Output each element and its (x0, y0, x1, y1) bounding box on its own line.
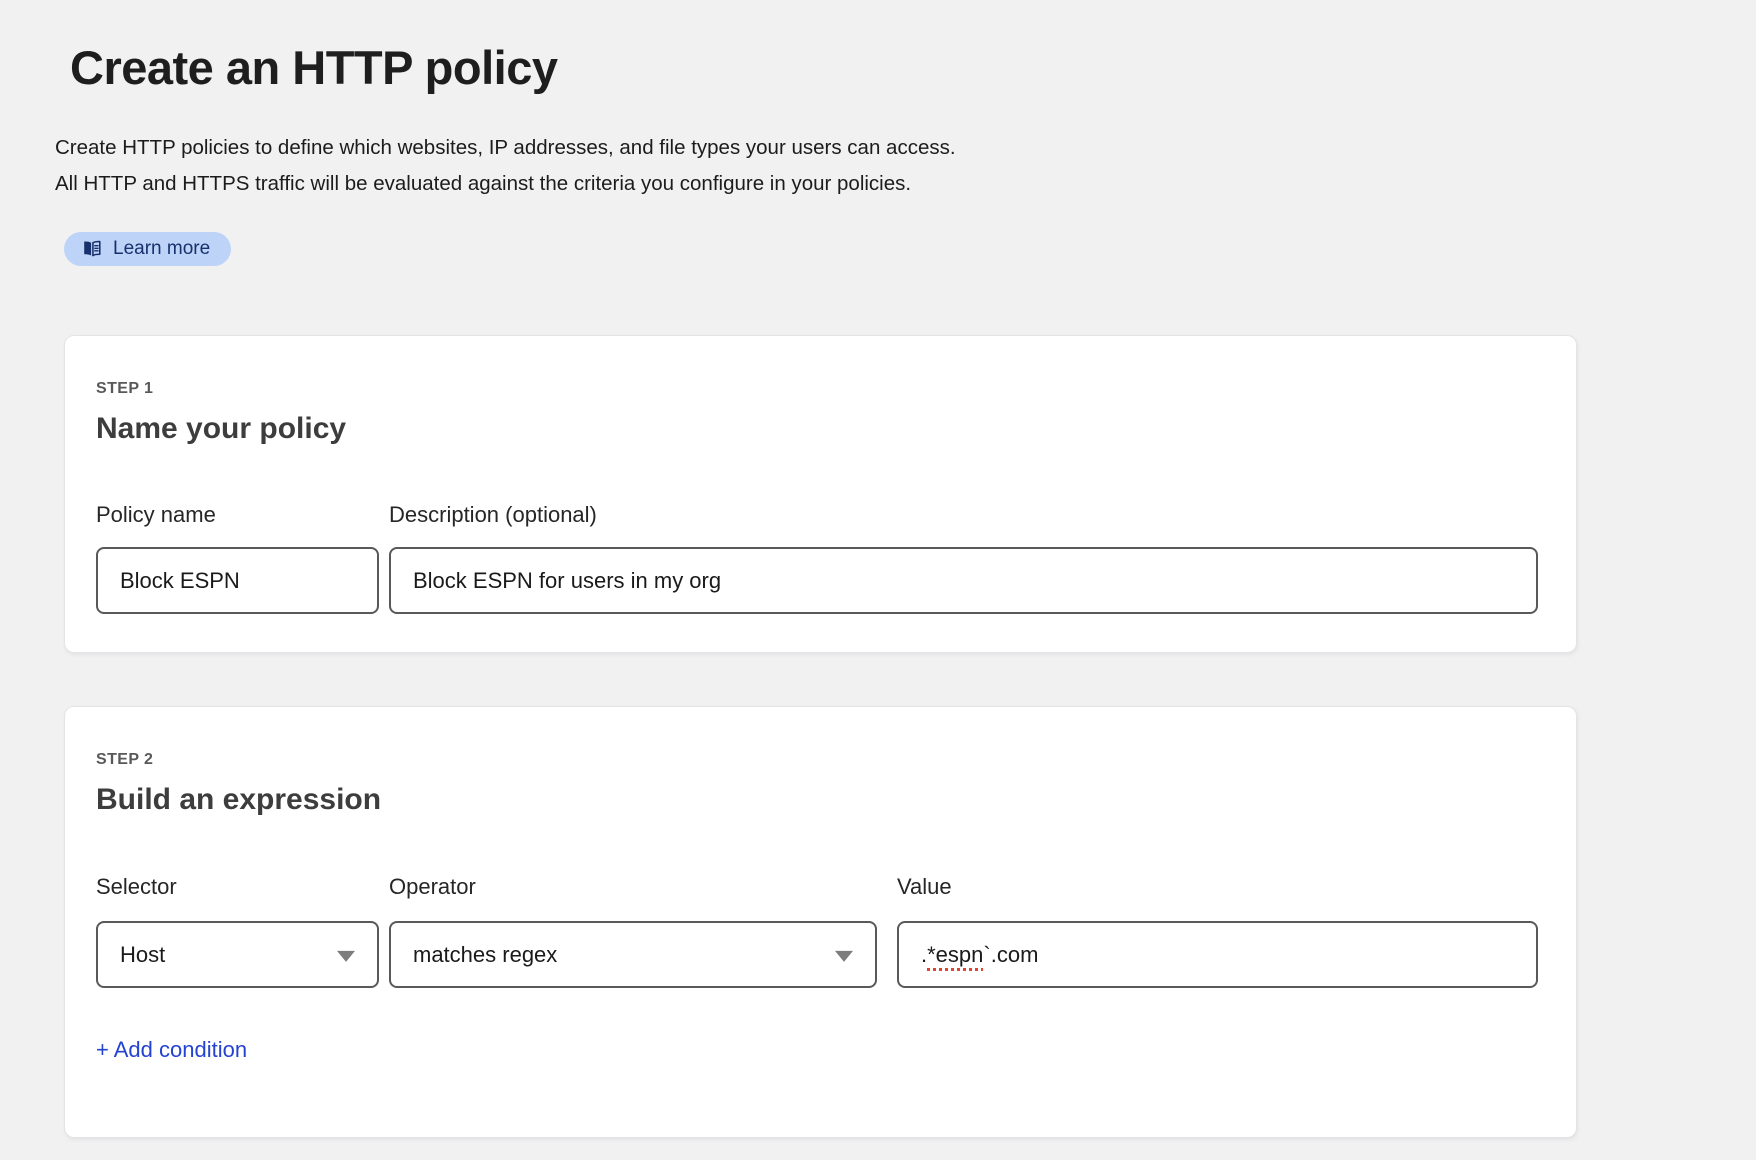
value-text-suffix: `.com (983, 942, 1038, 968)
add-condition-link[interactable]: + Add condition (96, 1037, 247, 1063)
step2-heading: Build an expression (96, 783, 381, 817)
chevron-down-icon (337, 950, 355, 961)
step2-card: STEP 2 Build an expression Selector Oper… (64, 706, 1577, 1138)
operator-select[interactable]: matches regex (389, 921, 877, 988)
description-input[interactable] (389, 547, 1538, 614)
step1-label: STEP 1 (96, 380, 153, 398)
selector-select-value: Host (120, 942, 165, 968)
page-title: Create an HTTP policy (70, 40, 558, 95)
learn-more-label: Learn more (113, 238, 210, 260)
step1-heading: Name your policy (96, 412, 346, 446)
chevron-down-icon (835, 950, 853, 961)
selector-select[interactable]: Host (96, 921, 379, 988)
step2-label: STEP 2 (96, 751, 153, 769)
description-label: Description (optional) (389, 502, 597, 528)
value-text-misspelled: *espn (927, 942, 983, 968)
operator-label: Operator (389, 874, 476, 900)
policy-name-input[interactable] (96, 547, 379, 614)
page-description-line2: All HTTP and HTTPS traffic will be evalu… (55, 171, 911, 197)
value-input[interactable]: .*espn`.com (897, 921, 1538, 988)
page-root: Create an HTTP policy Create HTTP polici… (0, 0, 1756, 1160)
value-label: Value (897, 874, 952, 900)
step1-card: STEP 1 Name your policy Policy name Desc… (64, 335, 1577, 653)
book-icon (81, 238, 103, 260)
learn-more-button[interactable]: Learn more (64, 232, 231, 266)
operator-select-value: matches regex (413, 942, 557, 968)
selector-label: Selector (96, 874, 177, 900)
page-description-line1: Create HTTP policies to define which web… (55, 135, 956, 161)
policy-name-label: Policy name (96, 502, 216, 528)
